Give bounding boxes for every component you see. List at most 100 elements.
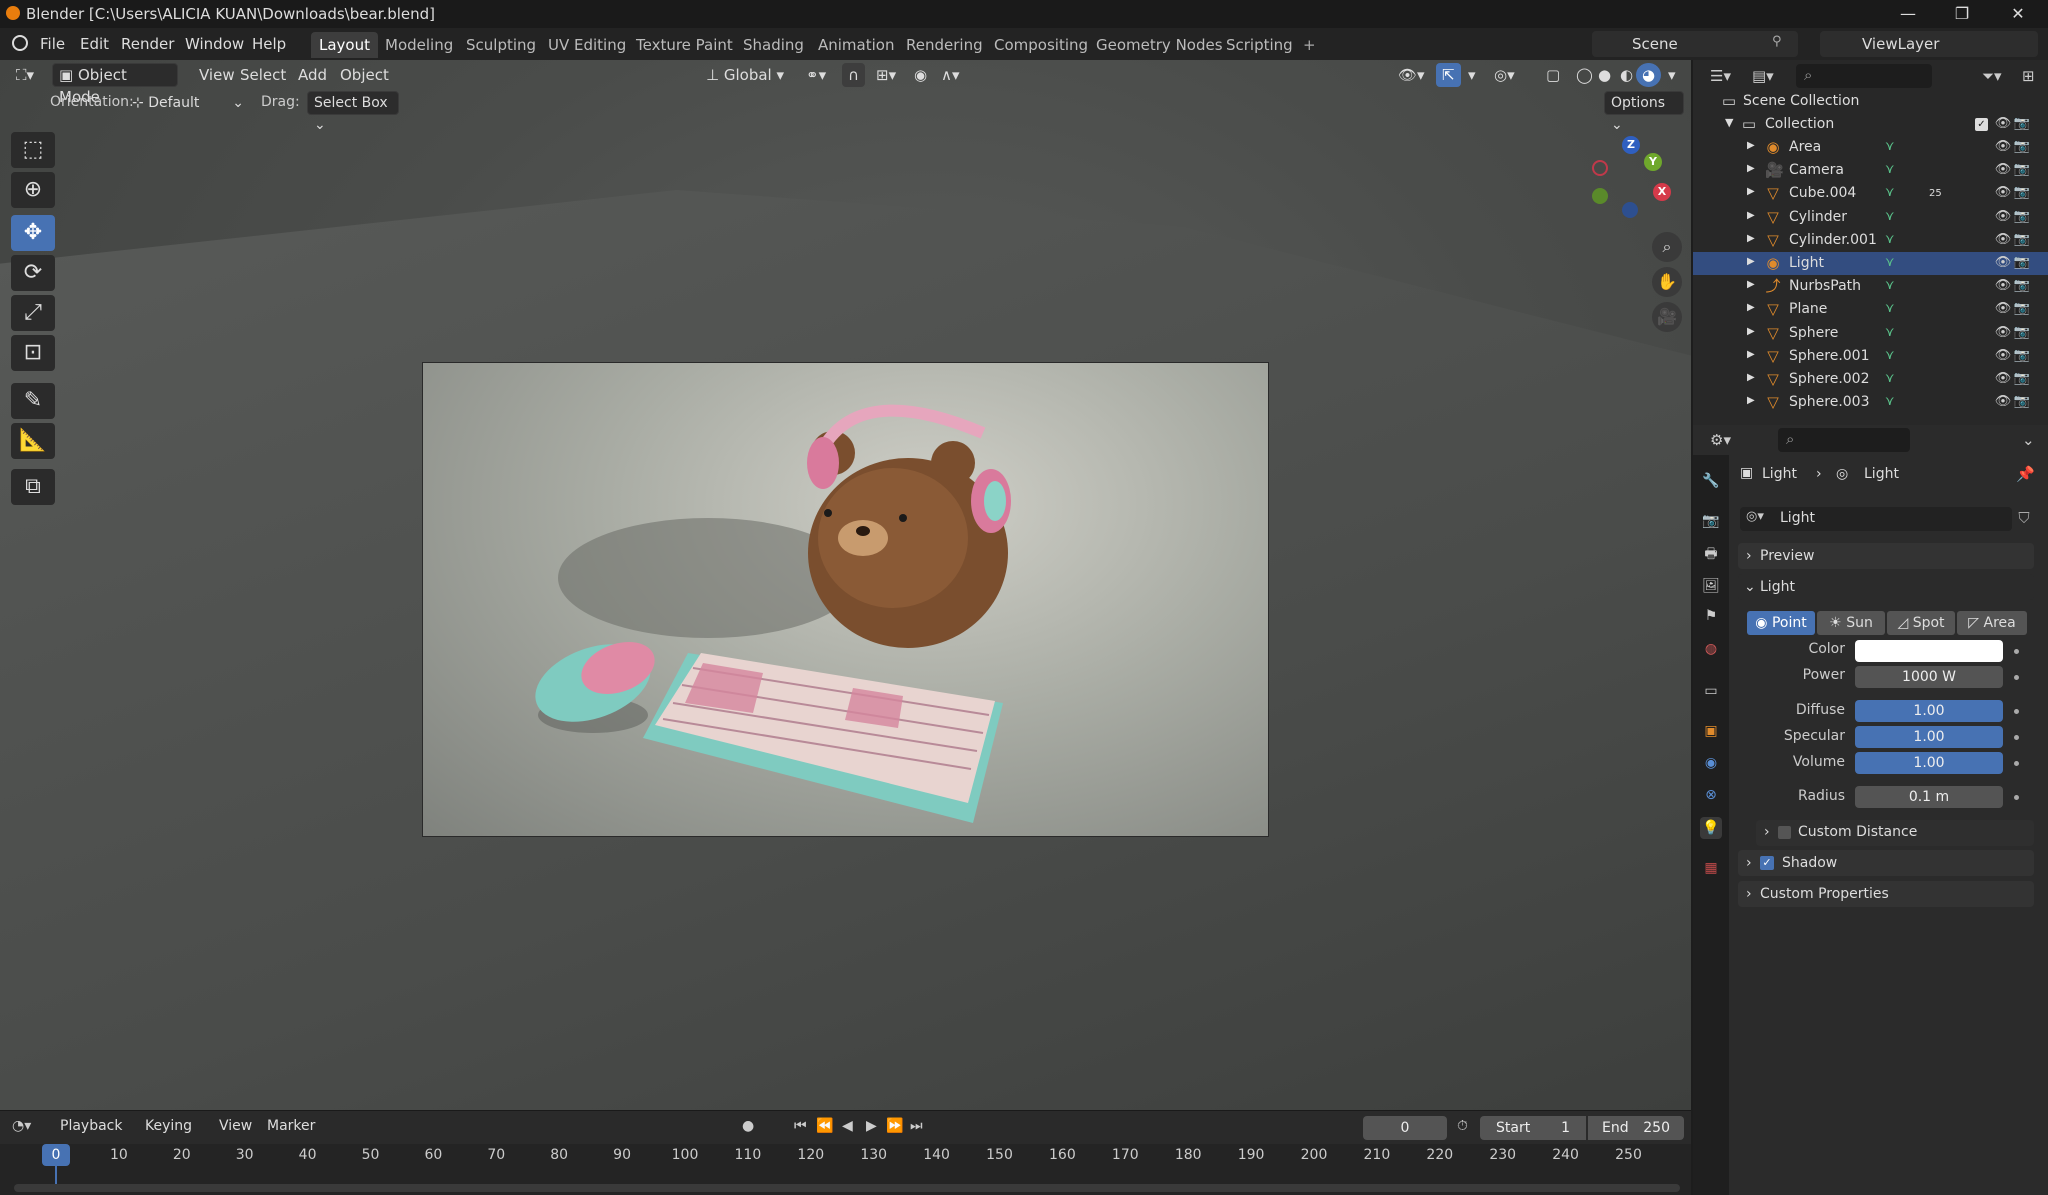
expand-arrow-icon[interactable]: ▼ xyxy=(1725,116,1733,129)
outliner-editor-icon[interactable]: ☰▾ xyxy=(1710,67,1731,85)
object-data-icon[interactable]: ⋎ xyxy=(1885,232,1895,247)
add-workspace-button[interactable]: + xyxy=(1295,32,1324,58)
cursor-tool[interactable]: ⊕ xyxy=(11,172,55,208)
jump-keyframe-back-icon[interactable]: ⏪ xyxy=(816,1118,833,1134)
outliner-row-area[interactable]: ▶ ◉ Area ⋎ 👁 📷 xyxy=(1693,136,2048,159)
render-camera-icon[interactable]: 📷 xyxy=(2013,208,2031,226)
blender-menu-icon[interactable] xyxy=(12,35,28,51)
outliner-scene-collection[interactable]: ▭ Scene Collection xyxy=(1693,90,2048,113)
timeline-menu-playback[interactable]: Playback xyxy=(60,1118,122,1134)
current-frame-field[interactable]: 0 xyxy=(1363,1116,1447,1140)
expand-arrow-icon[interactable]: ▶ xyxy=(1747,186,1755,197)
render-camera-icon[interactable]: 📷 xyxy=(2013,393,2031,411)
outliner-row-sphere-003[interactable]: ▶ ▽ Sphere.003 ⋎ 👁 📷 xyxy=(1693,391,2048,414)
gizmo-toggle-icon[interactable]: ⇱ xyxy=(1436,63,1461,87)
keyframe-dot[interactable] xyxy=(2014,795,2019,800)
diffuse-slider[interactable]: 1.00 xyxy=(1855,700,2003,722)
filter-icon[interactable]: ⏷▾ xyxy=(1982,67,2002,85)
gizmo-y-axis[interactable]: Y xyxy=(1644,153,1662,171)
render-camera-icon[interactable]: 📷 xyxy=(2013,254,2031,272)
object-data-icon[interactable]: ⋎ xyxy=(1885,139,1895,154)
eye-icon[interactable]: 👁 xyxy=(1994,254,2012,272)
tab-shading[interactable]: Shading xyxy=(735,32,812,58)
outliner-collection[interactable]: ▼ ▭ Collection ✓ 👁 📷 xyxy=(1693,113,2048,136)
scale-tool[interactable]: ⤢ xyxy=(11,295,55,331)
eye-icon[interactable]: 👁 xyxy=(1994,231,2012,249)
outliner-row-camera[interactable]: ▶ 🎥 Camera ⋎ 👁 📷 xyxy=(1693,159,2048,182)
keyframe-dot[interactable] xyxy=(2014,735,2019,740)
eye-icon[interactable]: 👁 xyxy=(1994,208,2012,226)
expand-arrow-icon[interactable]: ▶ xyxy=(1747,326,1755,337)
gizmo-neg-z[interactable] xyxy=(1622,202,1638,218)
start-frame-field[interactable]: Start 1 xyxy=(1480,1116,1586,1140)
expand-arrow-icon[interactable]: ▶ xyxy=(1747,302,1755,313)
color-swatch[interactable] xyxy=(1855,640,2003,662)
new-collection-icon[interactable]: ⊞ xyxy=(2022,67,2035,85)
menu-file[interactable]: File xyxy=(40,33,65,55)
render-camera-icon[interactable]: 📷 xyxy=(2013,324,2031,342)
expand-arrow-icon[interactable]: ▶ xyxy=(1747,163,1755,174)
power-field[interactable]: 1000 W xyxy=(1855,666,2003,688)
tab-sculpting[interactable]: Sculpting xyxy=(458,32,544,58)
expand-arrow-icon[interactable]: ▶ xyxy=(1747,233,1755,244)
custom-distance-checkbox[interactable] xyxy=(1778,826,1791,839)
minimize-button[interactable]: — xyxy=(1888,2,1928,26)
editor-type-button[interactable]: ⛶▾ xyxy=(10,63,40,87)
light-type-sun[interactable]: ☀ Sun xyxy=(1817,611,1885,635)
orientation-selector[interactable]: ⊹ Default ⌄ xyxy=(132,92,244,114)
object-data-icon[interactable]: ⋎ xyxy=(1885,185,1895,200)
outliner-row-nurbspath[interactable]: ▶ ⤴ NurbsPath ⋎ 👁 📷 xyxy=(1693,275,2048,298)
menu-help[interactable]: Help xyxy=(252,33,286,55)
gizmo-x-axis[interactable]: X xyxy=(1653,183,1671,201)
shadow-checkbox[interactable]: ✓ xyxy=(1760,856,1774,870)
expand-arrow-icon[interactable]: ▶ xyxy=(1747,256,1755,267)
tab-geometry-nodes[interactable]: Geometry Nodes xyxy=(1088,32,1231,58)
custom-properties-panel-header[interactable]: › Custom Properties xyxy=(1738,881,2034,907)
properties-editor-icon[interactable]: ⚙▾ xyxy=(1710,431,1731,449)
expand-arrow-icon[interactable]: ▶ xyxy=(1747,279,1755,290)
world-tab-icon[interactable]: ◍ xyxy=(1700,638,1722,660)
render-camera-icon[interactable]: 📷 xyxy=(2013,347,2031,365)
render-camera-icon[interactable]: 📷 xyxy=(2013,115,2031,133)
light-type-point[interactable]: ◉ Point xyxy=(1747,611,1815,635)
tab-uv-editing[interactable]: UV Editing xyxy=(540,32,634,58)
maximize-button[interactable]: ❐ xyxy=(1942,2,1982,26)
eye-icon[interactable]: 👁 xyxy=(1994,138,2012,156)
end-frame-field[interactable]: End 250 xyxy=(1588,1116,1684,1140)
gizmo-options-icon[interactable]: ▾ xyxy=(1462,63,1482,87)
view-layer-tab-icon[interactable]: 🖼 xyxy=(1700,575,1722,597)
eye-icon[interactable]: 👁 xyxy=(1994,324,2012,342)
object-data-icon[interactable]: ⋎ xyxy=(1885,371,1895,386)
timeline-scrollbar[interactable] xyxy=(14,1184,1680,1192)
render-camera-icon[interactable]: 📷 xyxy=(2013,370,2031,388)
viewport-menu-add[interactable]: Add xyxy=(292,63,333,87)
properties-search-input[interactable]: ⌕ xyxy=(1778,428,1910,452)
tab-layout[interactable]: Layout xyxy=(311,32,378,58)
collection-tab-icon[interactable]: ▭ xyxy=(1700,680,1722,702)
pan-hand-icon[interactable]: ✋ xyxy=(1652,267,1682,297)
render-camera-icon[interactable]: 📷 xyxy=(2013,161,2031,179)
outliner-row-sphere-002[interactable]: ▶ ▽ Sphere.002 ⋎ 👁 📷 xyxy=(1693,368,2048,391)
object-data-icon[interactable]: ⋎ xyxy=(1885,301,1895,316)
volume-slider[interactable]: 1.00 xyxy=(1855,752,2003,774)
custom-distance-subpanel[interactable]: › Custom Distance xyxy=(1756,820,2034,846)
options-button[interactable]: Options ⌄ xyxy=(1604,91,1684,133)
expand-arrow-icon[interactable]: ▶ xyxy=(1747,395,1755,406)
outliner-row-cylinder-001[interactable]: ▶ ▽ Cylinder.001 ⋎ 👁 📷 xyxy=(1693,229,2048,252)
object-data-icon[interactable]: ⋎ xyxy=(1885,278,1895,293)
eye-icon[interactable]: 👁 xyxy=(1994,161,2012,179)
play-reverse-icon[interactable]: ◀ xyxy=(842,1118,853,1134)
physics-tab-icon[interactable]: ◉ xyxy=(1700,752,1722,774)
specular-slider[interactable]: 1.00 xyxy=(1855,726,2003,748)
eye-icon[interactable]: 👁 xyxy=(1994,184,2012,202)
xray-icon[interactable]: ▢ xyxy=(1540,63,1566,87)
tab-scripting[interactable]: Scripting xyxy=(1218,32,1301,58)
light-datablock-field[interactable]: ◎▾ Light xyxy=(1740,507,2012,531)
light-panel-header[interactable]: ⌄ Light xyxy=(1738,574,2034,600)
outliner-row-plane[interactable]: ▶ ▽ Plane ⋎ 👁 📷 xyxy=(1693,298,2048,321)
light-type-spot[interactable]: ◿ Spot xyxy=(1887,611,1955,635)
render-tab-icon[interactable]: 📷 xyxy=(1700,510,1722,532)
expand-arrow-icon[interactable]: ▶ xyxy=(1747,210,1755,221)
viewport-menu-select[interactable]: Select xyxy=(234,63,292,87)
mode-selector[interactable]: ▣ Object Mode xyxy=(52,63,178,106)
